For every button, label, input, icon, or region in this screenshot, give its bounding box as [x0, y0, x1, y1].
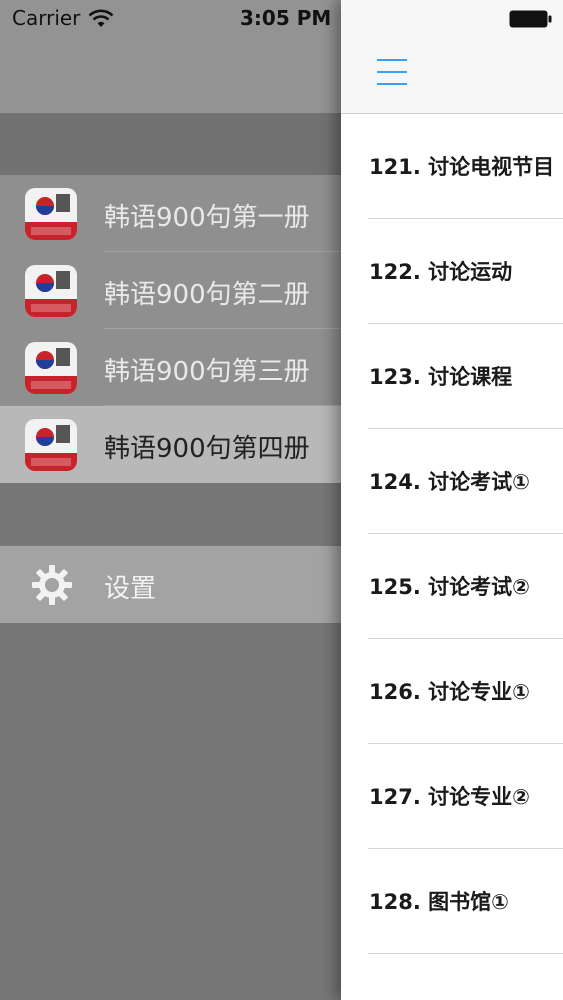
- lesson-list: 121. 讨论电视节目 122. 讨论运动 123. 讨论课程 124. 讨论考…: [341, 114, 563, 954]
- lesson-title: 128. 图书馆①: [369, 890, 509, 914]
- book-title: 韩语900句第三册: [104, 357, 310, 387]
- lesson-row[interactable]: 127. 讨论专业②: [341, 744, 563, 849]
- app-screen: Carrier 3:05 PM 韩语900句第一册 韩语900句第二册 韩语90…: [0, 0, 563, 1000]
- book-cover-icon: [25, 188, 77, 240]
- book-cover-icon: [25, 265, 77, 317]
- book-cover-icon: [25, 419, 77, 471]
- lesson-title: 127. 讨论专业②: [369, 785, 530, 809]
- lesson-row[interactable]: 126. 讨论专业①: [341, 639, 563, 744]
- status-bar: Carrier 3:05 PM: [0, 0, 563, 40]
- wifi-icon: [88, 9, 114, 27]
- settings-label: 设置: [104, 574, 157, 604]
- main-panel: 121. 讨论电视节目 122. 讨论运动 123. 讨论课程 124. 讨论考…: [341, 0, 563, 1000]
- battery-icon: [509, 10, 552, 28]
- lesson-row[interactable]: 121. 讨论电视节目: [341, 114, 563, 219]
- menu-item-book-4[interactable]: 韩语900句第四册: [0, 406, 345, 483]
- lesson-title: 125. 讨论考试②: [369, 575, 530, 599]
- lesson-title: 124. 讨论考试①: [369, 470, 530, 494]
- menu-item-book-2[interactable]: 韩语900句第二册: [0, 252, 345, 329]
- menu-item-book-3[interactable]: 韩语900句第三册: [0, 329, 345, 406]
- lesson-row[interactable]: 125. 讨论考试②: [341, 534, 563, 639]
- row-divider: [368, 953, 563, 954]
- menu-item-book-1[interactable]: 韩语900句第一册: [0, 175, 345, 252]
- book-title: 韩语900句第二册: [104, 280, 310, 310]
- lesson-title: 122. 讨论运动: [369, 260, 513, 284]
- gear-icon: [32, 565, 72, 605]
- lesson-title: 123. 讨论课程: [369, 365, 513, 389]
- book-title: 韩语900句第四册: [104, 434, 310, 464]
- menu-spacer: [0, 113, 345, 175]
- book-cover-icon: [25, 342, 77, 394]
- lesson-row[interactable]: 123. 讨论课程: [341, 324, 563, 429]
- book-list: 韩语900句第一册 韩语900句第二册 韩语900句第三册 韩语900句第四册: [0, 175, 345, 483]
- book-title: 韩语900句第一册: [104, 203, 310, 233]
- carrier-label: Carrier: [12, 6, 81, 30]
- lesson-title: 121. 讨论电视节目: [369, 155, 555, 179]
- lesson-row[interactable]: 122. 讨论运动: [341, 219, 563, 324]
- lesson-row[interactable]: 128. 图书馆①: [341, 849, 563, 954]
- menu-item-settings[interactable]: 设置: [0, 546, 345, 623]
- side-menu: 韩语900句第一册 韩语900句第二册 韩语900句第三册 韩语900句第四册 …: [0, 0, 345, 1000]
- lesson-title: 126. 讨论专业①: [369, 680, 530, 704]
- clock-time: 3:05 PM: [240, 6, 332, 30]
- hamburger-menu-icon[interactable]: [377, 59, 407, 85]
- lesson-row[interactable]: 124. 讨论考试①: [341, 429, 563, 534]
